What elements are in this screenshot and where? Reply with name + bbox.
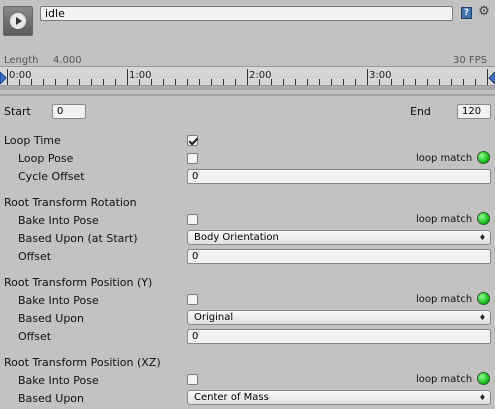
end-marker-icon[interactable] (487, 72, 495, 84)
start-field[interactable]: 0 (52, 104, 86, 119)
loop-pose-match-led-icon (477, 151, 490, 164)
position-xz-based-upon-value: Center of Mass (194, 392, 269, 403)
dropdown-arrows-icon: ♦ (478, 233, 486, 242)
start-label: Start (4, 105, 31, 118)
rotation-based-upon-dropdown[interactable]: Body Orientation ♦ (187, 230, 491, 245)
cycle-offset-field[interactable]: 0 (187, 169, 491, 184)
position-y-match-led-icon (477, 292, 490, 305)
ruler-ticks (7, 69, 488, 85)
loop-match-label: loop match (416, 153, 473, 164)
root-rotation-header: Root Transform Rotation (4, 196, 137, 209)
help-icon[interactable]: ? (461, 7, 472, 19)
end-label: End (410, 105, 431, 118)
position-y-offset-field[interactable]: 0 (187, 329, 491, 344)
rotation-bake-label: Bake Into Pose (18, 214, 99, 227)
dropdown-arrows-icon: ♦ (478, 313, 486, 322)
fps-label: 30 FPS (452, 55, 487, 66)
loop-time-checkbox[interactable] (187, 135, 198, 146)
gear-icon[interactable]: ⚙ (477, 5, 491, 19)
tick-label-0: 0:00 (9, 70, 32, 81)
root-position-xz-header: Root Transform Position (XZ) (4, 356, 161, 369)
loop-match-label: loop match (416, 374, 473, 385)
position-y-bake-checkbox[interactable] (187, 294, 198, 305)
rotation-offset-field[interactable]: 0 (187, 249, 491, 264)
length-label: Length (4, 55, 39, 66)
position-xz-match-led-icon (477, 372, 490, 385)
start-marker-icon[interactable] (0, 72, 8, 84)
loop-pose-checkbox[interactable] (187, 153, 198, 164)
position-y-bake-label: Bake Into Pose (18, 294, 99, 307)
root-position-y-header: Root Transform Position (Y) (4, 276, 153, 289)
dropdown-arrows-icon: ♦ (478, 393, 486, 402)
position-y-based-upon-label: Based Upon (18, 312, 84, 325)
loop-pose-label: Loop Pose (18, 152, 74, 165)
tick-label-1: 1:00 (129, 70, 152, 81)
tick-label-2: 2:00 (249, 70, 272, 81)
rotation-based-upon-value: Body Orientation (194, 232, 279, 243)
position-y-based-upon-value: Original (194, 312, 234, 323)
play-icon (10, 13, 26, 29)
preview-play-button[interactable] (3, 6, 33, 36)
divider (0, 94, 495, 96)
loop-match-label: loop match (416, 214, 473, 225)
rotation-offset-label: Offset (18, 250, 52, 263)
clip-name-field[interactable]: idle (40, 6, 453, 21)
tick-label-3: 3:00 (369, 70, 392, 81)
rotation-match-led-icon (477, 212, 490, 225)
position-xz-bake-checkbox[interactable] (187, 374, 198, 385)
rotation-based-upon-label: Based Upon (at Start) (18, 232, 138, 245)
position-xz-based-upon-label: Based Upon (18, 392, 84, 405)
loop-time-label: Loop Time (4, 134, 61, 147)
timeline-ruler[interactable]: 0:00 1:00 2:00 3:00 (0, 66, 495, 86)
position-y-offset-label: Offset (18, 330, 52, 343)
position-y-based-upon-dropdown[interactable]: Original ♦ (187, 310, 491, 325)
position-xz-bake-label: Bake Into Pose (18, 374, 99, 387)
end-field[interactable]: 120 (457, 104, 491, 119)
rotation-bake-checkbox[interactable] (187, 214, 198, 225)
length-value: 4.000 (53, 55, 82, 66)
position-xz-based-upon-dropdown[interactable]: Center of Mass ♦ (187, 390, 491, 405)
loop-match-label: loop match (416, 294, 473, 305)
cycle-offset-label: Cycle Offset (18, 170, 85, 183)
timeline-scrub-bar[interactable] (0, 86, 495, 90)
